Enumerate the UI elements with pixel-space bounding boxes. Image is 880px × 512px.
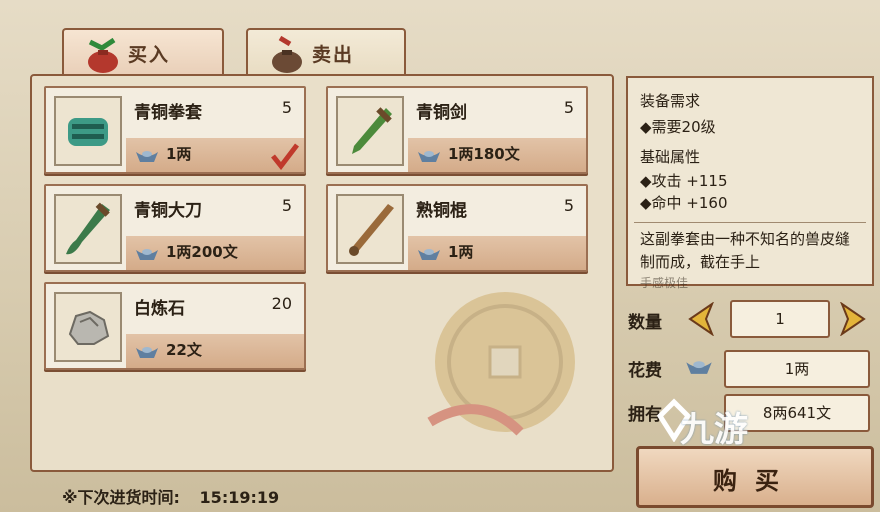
bronze-sword-icon	[352, 107, 392, 154]
item-description: 这副拳套由一种不知名的兽皮缝制而成，截在手上	[640, 230, 851, 271]
silver-ingot-icon	[136, 347, 158, 358]
attribute-title: 基础属性	[640, 148, 701, 166]
silver-ingot-icon	[136, 151, 158, 162]
item-qty: 5	[281, 196, 292, 215]
item-name: 熟铜棍	[416, 201, 467, 221]
restock-timer: ※下次进货时间: 15:19:19	[62, 484, 279, 508]
tab-sell[interactable]: 卖出	[246, 28, 406, 76]
item-card-copper-staff[interactable]: 熟铜棍 5 1两	[326, 184, 588, 272]
item-card-bronze-broadsword[interactable]: 青铜大刀 5 1两200文	[44, 184, 306, 272]
money-bag-icon	[272, 35, 302, 73]
decorative-coin-emblem	[427, 292, 575, 436]
silver-ingot-icon	[418, 249, 440, 260]
silver-ingot-icon	[686, 361, 712, 374]
cost-label: 花费	[628, 361, 662, 381]
buy-button[interactable]: 购买	[636, 446, 874, 508]
attribute-attack: ◆攻击 +115	[640, 172, 728, 190]
bronze-broadsword-icon	[66, 202, 110, 255]
item-qty: 20	[271, 294, 292, 313]
cost-value-box: 1两	[724, 350, 870, 388]
item-price: 1两200文	[166, 243, 238, 261]
item-card-bronze-gauntlet[interactable]: 青铜拳套 5 1两	[44, 86, 306, 174]
item-card-bronze-sword[interactable]: 青铜剑 5 1两180文	[326, 86, 588, 174]
item-image	[54, 292, 122, 362]
watermark-text: 九游	[680, 410, 748, 450]
item-price: 22文	[166, 341, 202, 359]
item-image	[336, 194, 404, 264]
silver-ingot-icon	[418, 151, 440, 162]
selected-check-icon	[271, 143, 299, 170]
item-description-overflow: 手感极佳	[640, 276, 689, 290]
item-card-white-stone[interactable]: 白炼石 20 22文	[44, 282, 306, 370]
quantity-input[interactable]: 1	[730, 300, 830, 338]
item-image	[54, 194, 122, 264]
tab-sell-label: 卖出	[312, 44, 355, 66]
restock-label: ※下次进货时间:	[62, 488, 180, 507]
tab-buy[interactable]: 买入	[62, 28, 224, 76]
item-image	[54, 96, 122, 166]
item-image	[336, 96, 404, 166]
bronze-gauntlet-icon	[68, 118, 108, 146]
quantity-label: 数量	[628, 313, 662, 333]
item-name: 青铜剑	[416, 103, 467, 123]
copper-staff-icon	[349, 204, 394, 256]
silver-ingot-icon	[136, 249, 158, 260]
item-qty: 5	[563, 196, 574, 215]
item-name: 白炼石	[134, 299, 185, 319]
item-name: 青铜拳套	[134, 103, 202, 123]
tab-buy-label: 买入	[128, 44, 171, 66]
increase-quantity-arrow-icon[interactable]	[836, 302, 870, 336]
item-qty: 5	[281, 98, 292, 117]
decrease-quantity-arrow-icon[interactable]	[684, 302, 718, 336]
requirement-title: 装备需求	[640, 92, 701, 110]
attribute-hit: ◆命中 +160	[640, 194, 728, 212]
item-details-panel: 装备需求 ◆需要20级 基础属性 ◆攻击 +115 ◆命中 +160 这副拳套由…	[626, 76, 874, 290]
white-stone-icon	[68, 310, 110, 345]
money-bag-icon	[88, 37, 118, 73]
item-price: 1两	[166, 145, 192, 163]
buy-button-label: 购买	[713, 467, 797, 495]
requirement-level: ◆需要20级	[640, 118, 716, 136]
restock-time: 15:19:19	[199, 488, 280, 507]
item-qty: 5	[563, 98, 574, 117]
details-divider	[634, 222, 866, 223]
item-price: 1两180文	[448, 145, 520, 163]
item-price: 1两	[448, 243, 474, 261]
item-name: 青铜大刀	[134, 201, 202, 221]
